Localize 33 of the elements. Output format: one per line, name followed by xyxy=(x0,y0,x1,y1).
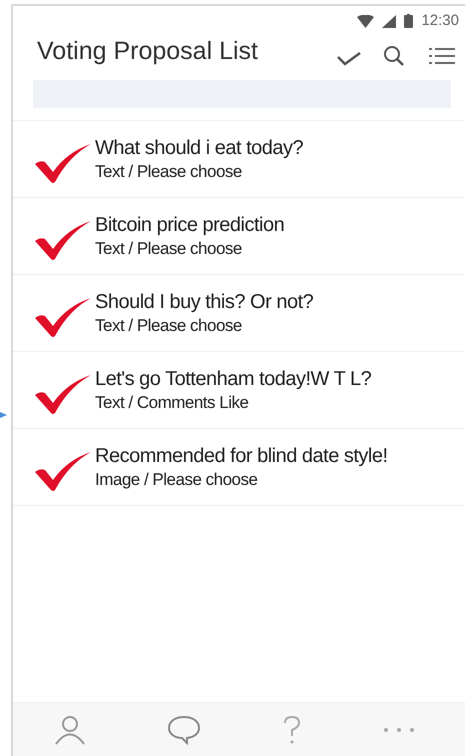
check-mark-icon xyxy=(35,142,91,184)
chat-bubble-icon[interactable] xyxy=(166,714,200,744)
proposal-type: Text / Comments Like xyxy=(95,392,250,414)
check-mark-icon xyxy=(35,450,91,492)
proposal-type: Text / Please choose xyxy=(95,238,243,260)
proposal-type: Text / Please choose xyxy=(95,315,243,337)
proposal-row[interactable]: What should i eat today? Text / Please choose xyxy=(13,121,465,198)
more-icon[interactable] xyxy=(382,726,414,732)
list-icon[interactable] xyxy=(429,46,455,66)
check-mark-icon xyxy=(35,219,91,261)
proposal-type: Text / Please choose xyxy=(95,161,243,183)
proposal-title: Bitcoin price prediction xyxy=(95,213,284,238)
person-icon[interactable] xyxy=(54,714,86,744)
proposal-row[interactable]: Recommended for blind date style! Image / Please choose xyxy=(13,429,465,506)
proposal-title: Recommended for blind date style! xyxy=(95,444,388,469)
proposal-title: What should i eat today? xyxy=(95,136,304,161)
check-mark-icon xyxy=(35,373,91,415)
battery-icon xyxy=(404,14,414,28)
signal-icon xyxy=(382,14,396,28)
wifi-icon xyxy=(357,14,374,28)
pointer-arrow-icon xyxy=(0,411,8,419)
check-mark-icon xyxy=(35,296,91,338)
status-time: 12:30 xyxy=(421,10,459,31)
check-icon[interactable] xyxy=(337,50,361,66)
proposal-row[interactable]: Should I buy this? Or not? Text / Please choose xyxy=(13,275,465,352)
proposal-row[interactable]: Let's go Tottenham today!W T L? Text / Comments Like xyxy=(13,352,465,429)
proposal-row[interactable]: Bitcoin price prediction Text / Please choose xyxy=(13,198,465,275)
page-title: Voting Proposal List xyxy=(37,36,259,68)
help-icon[interactable] xyxy=(282,714,302,744)
proposal-type: Image / Please choose xyxy=(95,469,258,491)
proposal-title: Let's go Tottenham today!W T L? xyxy=(95,367,372,392)
search-icon[interactable] xyxy=(383,45,405,67)
proposal-title: Should I buy this? Or not? xyxy=(95,290,314,315)
